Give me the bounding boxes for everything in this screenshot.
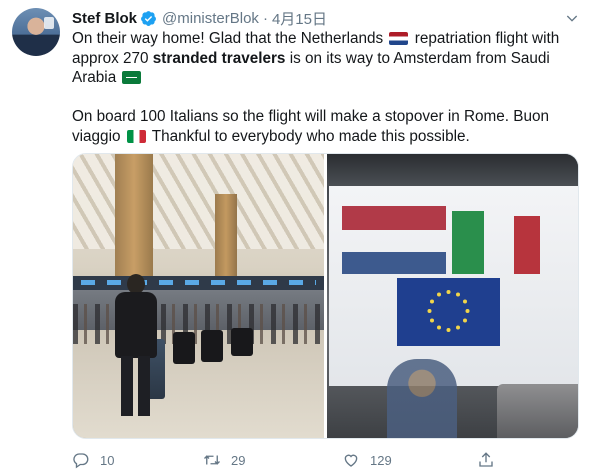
eu-stars-icon	[427, 290, 470, 332]
retweet-icon	[204, 455, 220, 465]
netherlands-flag-icon	[389, 32, 409, 45]
tweet-media	[72, 153, 579, 439]
avatar[interactable]	[12, 8, 60, 56]
heart-icon	[344, 454, 358, 467]
chevron-down-icon[interactable]	[564, 10, 580, 26]
tweet-actions: 10 29 129	[72, 450, 495, 470]
share-button[interactable]	[477, 450, 495, 470]
window-flags-photo[interactable]	[327, 154, 578, 438]
author-name[interactable]: Stef Blok	[72, 10, 137, 27]
author-handle[interactable]: @ministerBlok	[162, 10, 259, 27]
airport-check-in-hall-photo[interactable]	[73, 154, 324, 438]
tweet-paragraph-1: On their way home! Glad that the Netherl…	[72, 29, 582, 88]
reply-button[interactable]: 10	[72, 450, 114, 470]
separator-dot: ·	[262, 9, 268, 27]
like-button[interactable]: 129	[342, 450, 392, 470]
saudi-arabia-flag-icon	[122, 71, 142, 85]
tweet-date[interactable]: 4月15日	[272, 8, 327, 29]
text-segment: On their way home! Glad that the Netherl…	[72, 30, 384, 47]
tweet[interactable]: Stef Blok @ministerBlok · 4月15日 On their…	[0, 0, 594, 476]
italy-flag-icon	[126, 129, 146, 143]
verified-badge-icon	[141, 10, 156, 26]
retweet-count: 29	[231, 452, 246, 468]
reply-count: 10	[100, 452, 115, 468]
text-segment: Thankful to everybody who made this poss…	[151, 127, 470, 145]
bold-text: stranded travelers	[152, 49, 286, 67]
reply-icon	[73, 453, 89, 469]
like-count: 129	[370, 452, 392, 468]
tweet-header: Stef Blok @ministerBlok · 4月15日	[72, 8, 327, 28]
share-icon	[479, 452, 493, 467]
tweet-text: On their way home! Glad that the Netherl…	[72, 29, 582, 147]
tweet-paragraph-2: On board 100 Italians so the flight will…	[72, 107, 582, 146]
retweet-button[interactable]: 29	[203, 450, 245, 470]
